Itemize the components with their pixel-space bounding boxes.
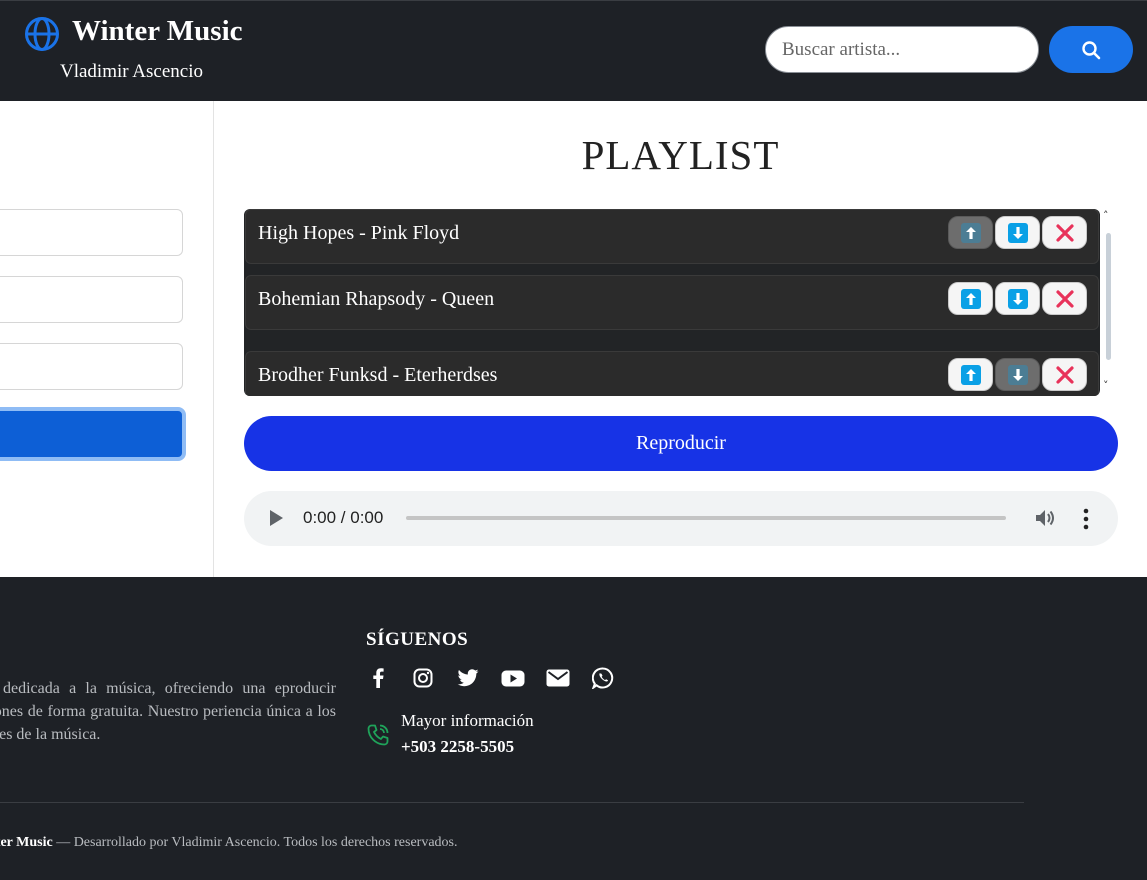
move-down-button[interactable]	[995, 216, 1040, 249]
track-name: High Hopes - Pink Floyd	[258, 222, 460, 244]
playlist-scrollbar[interactable]: ˄ ˅	[1100, 209, 1118, 396]
playlist-list[interactable]: High Hopes - Pink Floyd Bohemian Rhapsod…	[244, 209, 1100, 396]
header: Winter Music Vladimir Ascencio	[0, 0, 1147, 101]
about-text: presa dedicada a la música, ofreciendo u…	[0, 680, 336, 743]
info-label: Mayor información	[401, 711, 534, 730]
email-icon[interactable]	[546, 666, 570, 690]
track-item: High Hopes - Pink Floyd	[245, 209, 1099, 264]
whatsapp-icon[interactable]	[591, 666, 615, 690]
search-icon	[1082, 40, 1101, 59]
follow-title: SÍGUENOS	[366, 629, 469, 650]
remove-track-button[interactable]	[1042, 216, 1087, 249]
form-field-2[interactable]	[0, 276, 183, 323]
facebook-icon[interactable]	[366, 666, 390, 690]
upload-form-panel	[0, 101, 214, 577]
main-content: PLAYLIST High Hopes - Pink Floyd Bohemia…	[0, 101, 1147, 577]
copyright-brand: nter Music	[0, 835, 53, 850]
volume-icon[interactable]	[1034, 508, 1056, 528]
track-item: Bohemian Rhapsody - Queen	[245, 275, 1099, 330]
scroll-up-icon[interactable]: ˄	[1103, 209, 1109, 222]
globe-icon	[25, 17, 59, 51]
form-submit-button[interactable]	[0, 407, 186, 461]
playlist-panel: PLAYLIST High Hopes - Pink Floyd Bohemia…	[214, 101, 1147, 577]
copyright: nter Music — Desarrollado por Vladimir A…	[0, 835, 457, 851]
arrow-down-icon	[1007, 222, 1028, 243]
close-icon	[1055, 365, 1074, 384]
arrow-up-icon	[960, 364, 981, 385]
scrollbar-thumb[interactable]	[1106, 233, 1111, 360]
playlist-title: PLAYLIST	[581, 132, 780, 178]
brand-subtitle: Vladimir Ascencio	[60, 61, 203, 82]
phone-icon	[367, 724, 389, 746]
arrow-down-icon	[1007, 288, 1028, 309]
audio-player: 0:00 / 0:00	[244, 491, 1118, 546]
play-icon[interactable]	[270, 510, 283, 526]
phone-number[interactable]: +503 2258-5505	[401, 737, 514, 757]
move-up-button[interactable]	[948, 282, 993, 315]
play-button[interactable]: Reproducir	[244, 416, 1118, 471]
audio-progress-bar[interactable]	[406, 516, 1006, 520]
youtube-icon[interactable]	[501, 666, 525, 690]
brand-title[interactable]: Winter Music	[72, 15, 243, 48]
search-button[interactable]	[1049, 26, 1133, 73]
footer-divider	[0, 802, 1024, 803]
remove-track-button[interactable]	[1042, 358, 1087, 391]
arrow-up-icon	[960, 288, 981, 309]
move-down-button[interactable]	[995, 358, 1040, 391]
track-name: Bohemian Rhapsody - Queen	[258, 288, 495, 310]
arrow-up-icon	[960, 222, 981, 243]
form-field-1[interactable]	[0, 209, 183, 256]
move-down-button[interactable]	[995, 282, 1040, 315]
footer: presa dedicada a la música, ofreciendo u…	[0, 577, 1147, 880]
track-name: Brodher Funksd - Eterherdses	[258, 364, 498, 386]
move-up-button[interactable]	[948, 216, 993, 249]
form-field-3[interactable]	[0, 343, 183, 390]
audio-time: 0:00 / 0:00	[303, 508, 384, 527]
track-item: Brodher Funksd - Eterherdses	[245, 351, 1099, 396]
close-icon	[1055, 289, 1074, 308]
instagram-icon[interactable]	[411, 666, 435, 690]
more-options-icon[interactable]	[1082, 508, 1090, 530]
close-icon	[1055, 223, 1074, 242]
move-up-button[interactable]	[948, 358, 993, 391]
search-input[interactable]	[765, 26, 1039, 73]
arrow-down-icon	[1007, 364, 1028, 385]
scroll-down-icon[interactable]: ˅	[1103, 379, 1109, 392]
twitter-icon[interactable]	[456, 666, 480, 690]
remove-track-button[interactable]	[1042, 282, 1087, 315]
copyright-text: — Desarrollado por Vladimir Ascencio. To…	[52, 835, 458, 850]
